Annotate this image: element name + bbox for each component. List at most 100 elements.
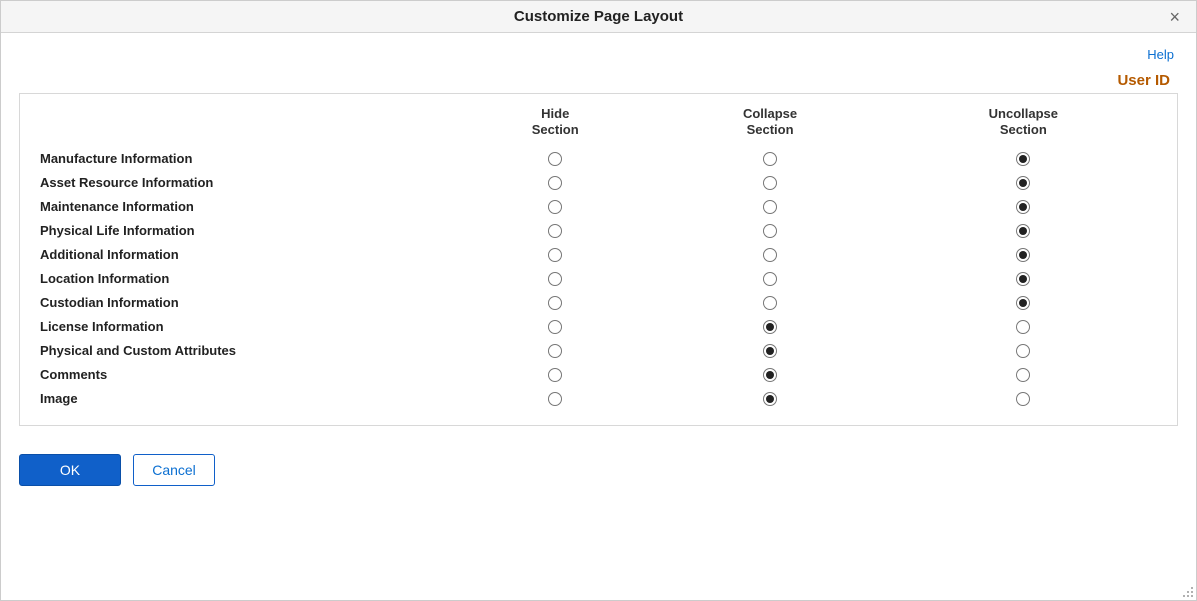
radio-cell-collapse	[656, 171, 883, 195]
radio-cell-collapse	[656, 195, 883, 219]
dialog-header: Customize Page Layout ×	[1, 1, 1196, 33]
table-row: Physical and Custom Attributes	[34, 339, 1163, 363]
radio-collapse[interactable]	[763, 224, 777, 238]
row-label: Location Information	[34, 267, 454, 291]
col-header-collapse: Collapse Section	[656, 102, 883, 147]
radio-collapse[interactable]	[763, 200, 777, 214]
radio-collapse[interactable]	[763, 368, 777, 382]
radio-collapse[interactable]	[763, 152, 777, 166]
radio-cell-uncollapse	[884, 195, 1163, 219]
radio-hide[interactable]	[548, 320, 562, 334]
radio-collapse[interactable]	[763, 296, 777, 310]
radio-cell-uncollapse	[884, 339, 1163, 363]
radio-cell-collapse	[656, 315, 883, 339]
table-row: Additional Information	[34, 243, 1163, 267]
radio-uncollapse[interactable]	[1016, 176, 1030, 190]
radio-collapse[interactable]	[763, 248, 777, 262]
table-row: Location Information	[34, 267, 1163, 291]
radio-uncollapse[interactable]	[1016, 224, 1030, 238]
radio-cell-collapse	[656, 243, 883, 267]
row-label: License Information	[34, 315, 454, 339]
radio-collapse[interactable]	[763, 344, 777, 358]
cancel-button[interactable]: Cancel	[133, 454, 215, 486]
row-label: Comments	[34, 363, 454, 387]
radio-uncollapse[interactable]	[1016, 296, 1030, 310]
radio-uncollapse[interactable]	[1016, 368, 1030, 382]
radio-hide[interactable]	[548, 200, 562, 214]
radio-cell-collapse	[656, 219, 883, 243]
table-row: Asset Resource Information	[34, 171, 1163, 195]
row-label: Custodian Information	[34, 291, 454, 315]
radio-cell-hide	[454, 243, 656, 267]
radio-cell-uncollapse	[884, 171, 1163, 195]
radio-hide[interactable]	[548, 392, 562, 406]
user-id-label: User ID	[1117, 72, 1170, 89]
radio-cell-hide	[454, 315, 656, 339]
table-row: Physical Life Information	[34, 219, 1163, 243]
radio-uncollapse[interactable]	[1016, 392, 1030, 406]
radio-uncollapse[interactable]	[1016, 320, 1030, 334]
radio-uncollapse[interactable]	[1016, 200, 1030, 214]
dialog-title: Customize Page Layout	[514, 8, 683, 25]
table-row: Manufacture Information	[34, 147, 1163, 171]
radio-cell-hide	[454, 363, 656, 387]
radio-hide[interactable]	[548, 224, 562, 238]
radio-cell-uncollapse	[884, 363, 1163, 387]
radio-cell-collapse	[656, 291, 883, 315]
radio-cell-hide	[454, 219, 656, 243]
col-header-hide: Hide Section	[454, 102, 656, 147]
radio-cell-collapse	[656, 363, 883, 387]
radio-uncollapse[interactable]	[1016, 248, 1030, 262]
col-header-collapse-line1: Collapse	[743, 106, 797, 121]
radio-cell-uncollapse	[884, 291, 1163, 315]
ok-button[interactable]: OK	[19, 454, 121, 486]
radio-hide[interactable]	[548, 176, 562, 190]
radio-collapse[interactable]	[763, 272, 777, 286]
layout-panel: Hide Section Collapse Section Uncollapse…	[19, 93, 1178, 426]
radio-cell-hide	[454, 291, 656, 315]
row-label: Maintenance Information	[34, 195, 454, 219]
radio-hide[interactable]	[548, 272, 562, 286]
radio-hide[interactable]	[548, 368, 562, 382]
radio-hide[interactable]	[548, 248, 562, 262]
layout-table: Hide Section Collapse Section Uncollapse…	[34, 102, 1163, 411]
radio-hide[interactable]	[548, 152, 562, 166]
radio-collapse[interactable]	[763, 392, 777, 406]
radio-hide[interactable]	[548, 344, 562, 358]
resize-handle-icon[interactable]	[1180, 584, 1194, 598]
radio-uncollapse[interactable]	[1016, 344, 1030, 358]
radio-cell-uncollapse	[884, 267, 1163, 291]
radio-uncollapse[interactable]	[1016, 152, 1030, 166]
radio-cell-hide	[454, 387, 656, 411]
table-row: Image	[34, 387, 1163, 411]
radio-cell-uncollapse	[884, 147, 1163, 171]
radio-hide[interactable]	[548, 296, 562, 310]
row-label: Physical Life Information	[34, 219, 454, 243]
user-id-row: User ID	[19, 72, 1178, 89]
radio-cell-hide	[454, 267, 656, 291]
radio-cell-uncollapse	[884, 219, 1163, 243]
col-header-collapse-line2: Section	[747, 122, 794, 137]
radio-cell-hide	[454, 171, 656, 195]
radio-cell-collapse	[656, 267, 883, 291]
radio-cell-uncollapse	[884, 387, 1163, 411]
row-label: Manufacture Information	[34, 147, 454, 171]
radio-cell-uncollapse	[884, 243, 1163, 267]
help-link[interactable]: Help	[1147, 47, 1174, 62]
col-header-uncollapse: Uncollapse Section	[884, 102, 1163, 147]
col-header-hide-line2: Section	[532, 122, 579, 137]
col-header-blank	[34, 102, 454, 147]
radio-cell-collapse	[656, 339, 883, 363]
radio-collapse[interactable]	[763, 320, 777, 334]
close-icon[interactable]: ×	[1165, 7, 1184, 28]
col-header-uncollapse-line2: Section	[1000, 122, 1047, 137]
radio-cell-collapse	[656, 387, 883, 411]
row-label: Additional Information	[34, 243, 454, 267]
radio-uncollapse[interactable]	[1016, 272, 1030, 286]
table-row: Maintenance Information	[34, 195, 1163, 219]
help-row: Help	[19, 41, 1178, 72]
row-label: Asset Resource Information	[34, 171, 454, 195]
radio-cell-hide	[454, 195, 656, 219]
radio-collapse[interactable]	[763, 176, 777, 190]
table-row: Comments	[34, 363, 1163, 387]
